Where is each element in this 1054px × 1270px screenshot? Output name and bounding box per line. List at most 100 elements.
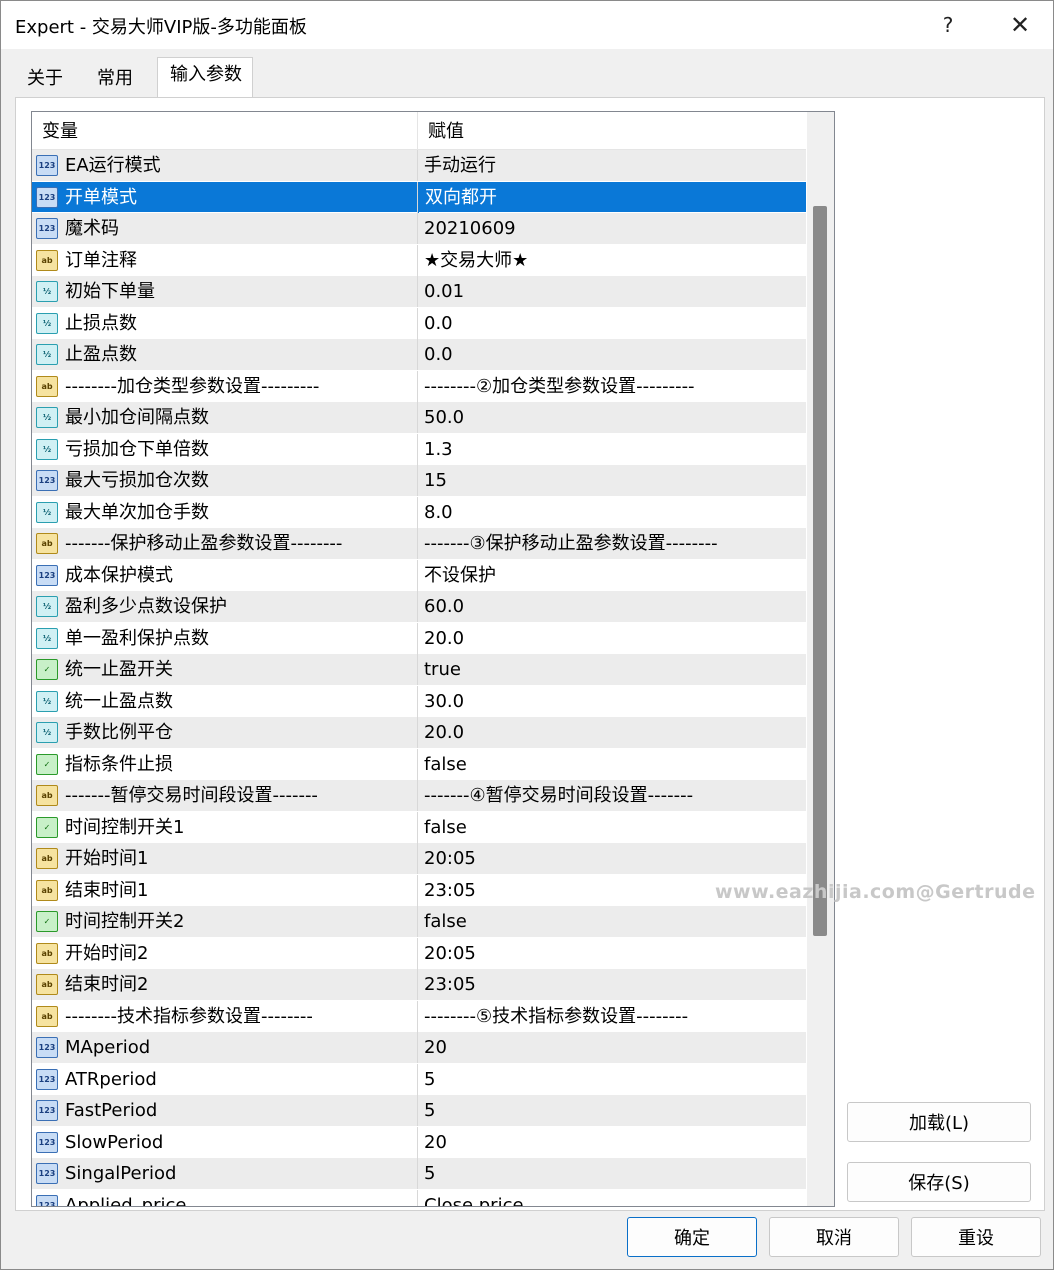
value-cell[interactable]: --------②加仓类型参数设置--------- — [418, 371, 806, 402]
value-cell[interactable]: 手动运行 — [418, 150, 806, 181]
parameter-row[interactable]: 123 MAperiod 20 — [32, 1032, 806, 1064]
value-cell[interactable]: 0.01 — [418, 276, 806, 307]
save-button[interactable]: 保存(S) — [847, 1162, 1031, 1202]
integer-type-icon: 123 — [36, 1068, 58, 1090]
variable-name: --------加仓类型参数设置--------- — [65, 375, 320, 397]
parameter-row[interactable]: ½ 止盈点数 0.0 — [32, 339, 806, 371]
variable-name: 统一止盈开关 — [65, 659, 173, 680]
load-button[interactable]: 加载(L) — [847, 1102, 1031, 1142]
parameter-row[interactable]: 123 SingalPeriod 5 — [32, 1158, 806, 1190]
variable-name: 最小加仓间隔点数 — [65, 407, 209, 428]
value-cell[interactable]: --------⑤技术指标参数设置-------- — [418, 1001, 806, 1032]
reset-button[interactable]: 重设 — [911, 1217, 1041, 1257]
parameter-row[interactable]: ✓ 指标条件止损 false — [32, 748, 806, 780]
parameter-row[interactable]: ab --------技术指标参数设置-------- --------⑤技术指标参… — [32, 1000, 806, 1032]
value-cell[interactable]: Close price — [418, 1190, 806, 1207]
parameter-row[interactable]: ab 结束时间2 23:05 — [32, 969, 806, 1001]
variable-name: 时间控制开关1 — [65, 816, 185, 838]
parameter-row[interactable]: 123 ATRperiod 5 — [32, 1063, 806, 1095]
parameter-row[interactable]: ½ 初始下单量 0.01 — [32, 276, 806, 308]
value-cell[interactable]: 20:05 — [418, 938, 806, 969]
value-cell[interactable]: 双向都开 — [418, 181, 806, 213]
variable-name: SingalPeriod — [65, 1163, 177, 1184]
parameter-row[interactable]: ✓ 时间控制开关1 false — [32, 811, 806, 843]
ok-button[interactable]: 确定 — [627, 1217, 757, 1257]
value-cell[interactable]: false — [418, 812, 806, 843]
value-cell[interactable]: 1.3 — [418, 434, 806, 465]
value-cell[interactable]: false — [418, 906, 806, 937]
value-cell[interactable]: 30.0 — [418, 686, 806, 717]
value-cell[interactable]: 5 — [418, 1158, 806, 1189]
value-cell[interactable]: false — [418, 749, 806, 780]
parameter-row[interactable]: ½ 止损点数 0.0 — [32, 307, 806, 339]
parameter-row[interactable]: ½ 亏损加仓下单倍数 1.3 — [32, 433, 806, 465]
value-cell[interactable]: 0.0 — [418, 339, 806, 370]
value-cell[interactable]: 8.0 — [418, 497, 806, 528]
variable-name: EA运行模式 — [65, 155, 161, 176]
string-type-icon: ab — [36, 942, 58, 964]
parameter-row[interactable]: ½ 统一止盈点数 30.0 — [32, 685, 806, 717]
parameter-row[interactable]: 123 最大亏损加仓次数 15 — [32, 465, 806, 497]
variable-name: --------技术指标参数设置-------- — [65, 1005, 313, 1027]
variable-cell: ½ 止损点数 — [32, 307, 418, 339]
close-button[interactable]: ✕ — [985, 1, 1054, 49]
value-cell[interactable]: 15 — [418, 465, 806, 496]
parameter-row[interactable]: ab 开始时间2 20:05 — [32, 937, 806, 969]
value-cell[interactable]: 20.0 — [418, 623, 806, 654]
value-cell[interactable]: 0.0 — [418, 308, 806, 339]
parameter-row[interactable]: 123 魔术码 20210609 — [32, 213, 806, 245]
double-type-icon: ½ — [36, 596, 58, 617]
parameter-row[interactable]: 123 Applied_price Close price — [32, 1189, 806, 1207]
tab-common[interactable]: 常用 — [85, 61, 157, 97]
value-cell[interactable]: 20:05 — [418, 843, 806, 874]
scrollbar-thumb[interactable] — [813, 206, 827, 936]
parameter-row[interactable]: ab 开始时间1 20:05 — [32, 843, 806, 875]
variable-name: 统一止盈点数 — [65, 690, 173, 712]
parameter-row[interactable]: ½ 单一盈利保护点数 20.0 — [32, 622, 806, 654]
parameter-row[interactable]: 123 开单模式 双向都开 — [32, 181, 806, 213]
value-cell[interactable]: 5 — [418, 1095, 806, 1126]
value-cell[interactable]: -------③保护移动止盈参数设置-------- — [418, 528, 806, 559]
variable-cell: ½ 止盈点数 — [32, 339, 418, 370]
parameter-row[interactable]: 123 成本保护模式 不设保护 — [32, 559, 806, 591]
value-cell[interactable]: 不设保护 — [418, 560, 806, 591]
variable-name: MAperiod — [65, 1037, 151, 1058]
column-header-value[interactable]: 赋值 — [418, 112, 806, 150]
value-cell[interactable]: 60.0 — [418, 591, 806, 622]
tab-input-parameters[interactable]: 输入参数 — [157, 57, 253, 97]
parameter-row[interactable]: ✓ 统一止盈开关 true — [32, 654, 806, 686]
string-type-icon: ab — [36, 375, 58, 397]
parameter-row[interactable]: ab -------暂停交易时间段设置------- -------④暂停交易时间段… — [32, 780, 806, 812]
parameter-row[interactable]: ½ 最大单次加仓手数 8.0 — [32, 496, 806, 528]
variable-cell: 123 EA运行模式 — [32, 150, 418, 181]
value-cell[interactable]: 50.0 — [418, 402, 806, 433]
variable-cell: ab -------保护移动止盈参数设置-------- — [32, 528, 418, 559]
value-cell[interactable]: -------④暂停交易时间段设置------- — [418, 780, 806, 811]
parameter-row[interactable]: ½ 最小加仓间隔点数 50.0 — [32, 402, 806, 434]
cancel-button[interactable]: 取消 — [769, 1217, 899, 1257]
parameter-row[interactable]: ab --------加仓类型参数设置--------- --------②加仓类型… — [32, 370, 806, 402]
parameter-row[interactable]: ✓ 时间控制开关2 false — [32, 906, 806, 938]
tab-about[interactable]: 关于 — [15, 61, 83, 97]
value-cell[interactable]: 20 — [418, 1127, 806, 1158]
integer-type-icon: 123 — [36, 470, 58, 491]
value-cell[interactable]: 20 — [418, 1032, 806, 1063]
parameter-row[interactable]: ab 订单注释 ★交易大师★ — [32, 244, 806, 276]
value-cell[interactable]: 20210609 — [418, 213, 806, 244]
parameter-row[interactable]: ab 结束时间1 23:05 — [32, 874, 806, 906]
parameter-row[interactable]: ½ 手数比例平仓 20.0 — [32, 717, 806, 749]
value-cell[interactable]: 20.0 — [418, 717, 806, 748]
value-cell[interactable]: ★交易大师★ — [418, 245, 806, 276]
help-button[interactable]: ? — [913, 1, 983, 49]
column-header-variable[interactable]: 变量 — [32, 112, 418, 150]
value-cell[interactable]: 5 — [418, 1064, 806, 1095]
parameter-row[interactable]: ½ 盈利多少点数设保护 60.0 — [32, 591, 806, 623]
parameter-row[interactable]: 123 EA运行模式 手动运行 — [32, 150, 806, 182]
parameter-row[interactable]: 123 FastPeriod 5 — [32, 1095, 806, 1127]
parameter-row[interactable]: 123 SlowPeriod 20 — [32, 1126, 806, 1158]
parameter-row[interactable]: ab -------保护移动止盈参数设置-------- -------③保护移动止… — [32, 528, 806, 560]
value-cell[interactable]: 23:05 — [418, 969, 806, 1000]
vertical-scrollbar[interactable] — [807, 112, 834, 1206]
boolean-type-icon: ✓ — [36, 753, 58, 775]
value-cell[interactable]: true — [418, 654, 806, 685]
